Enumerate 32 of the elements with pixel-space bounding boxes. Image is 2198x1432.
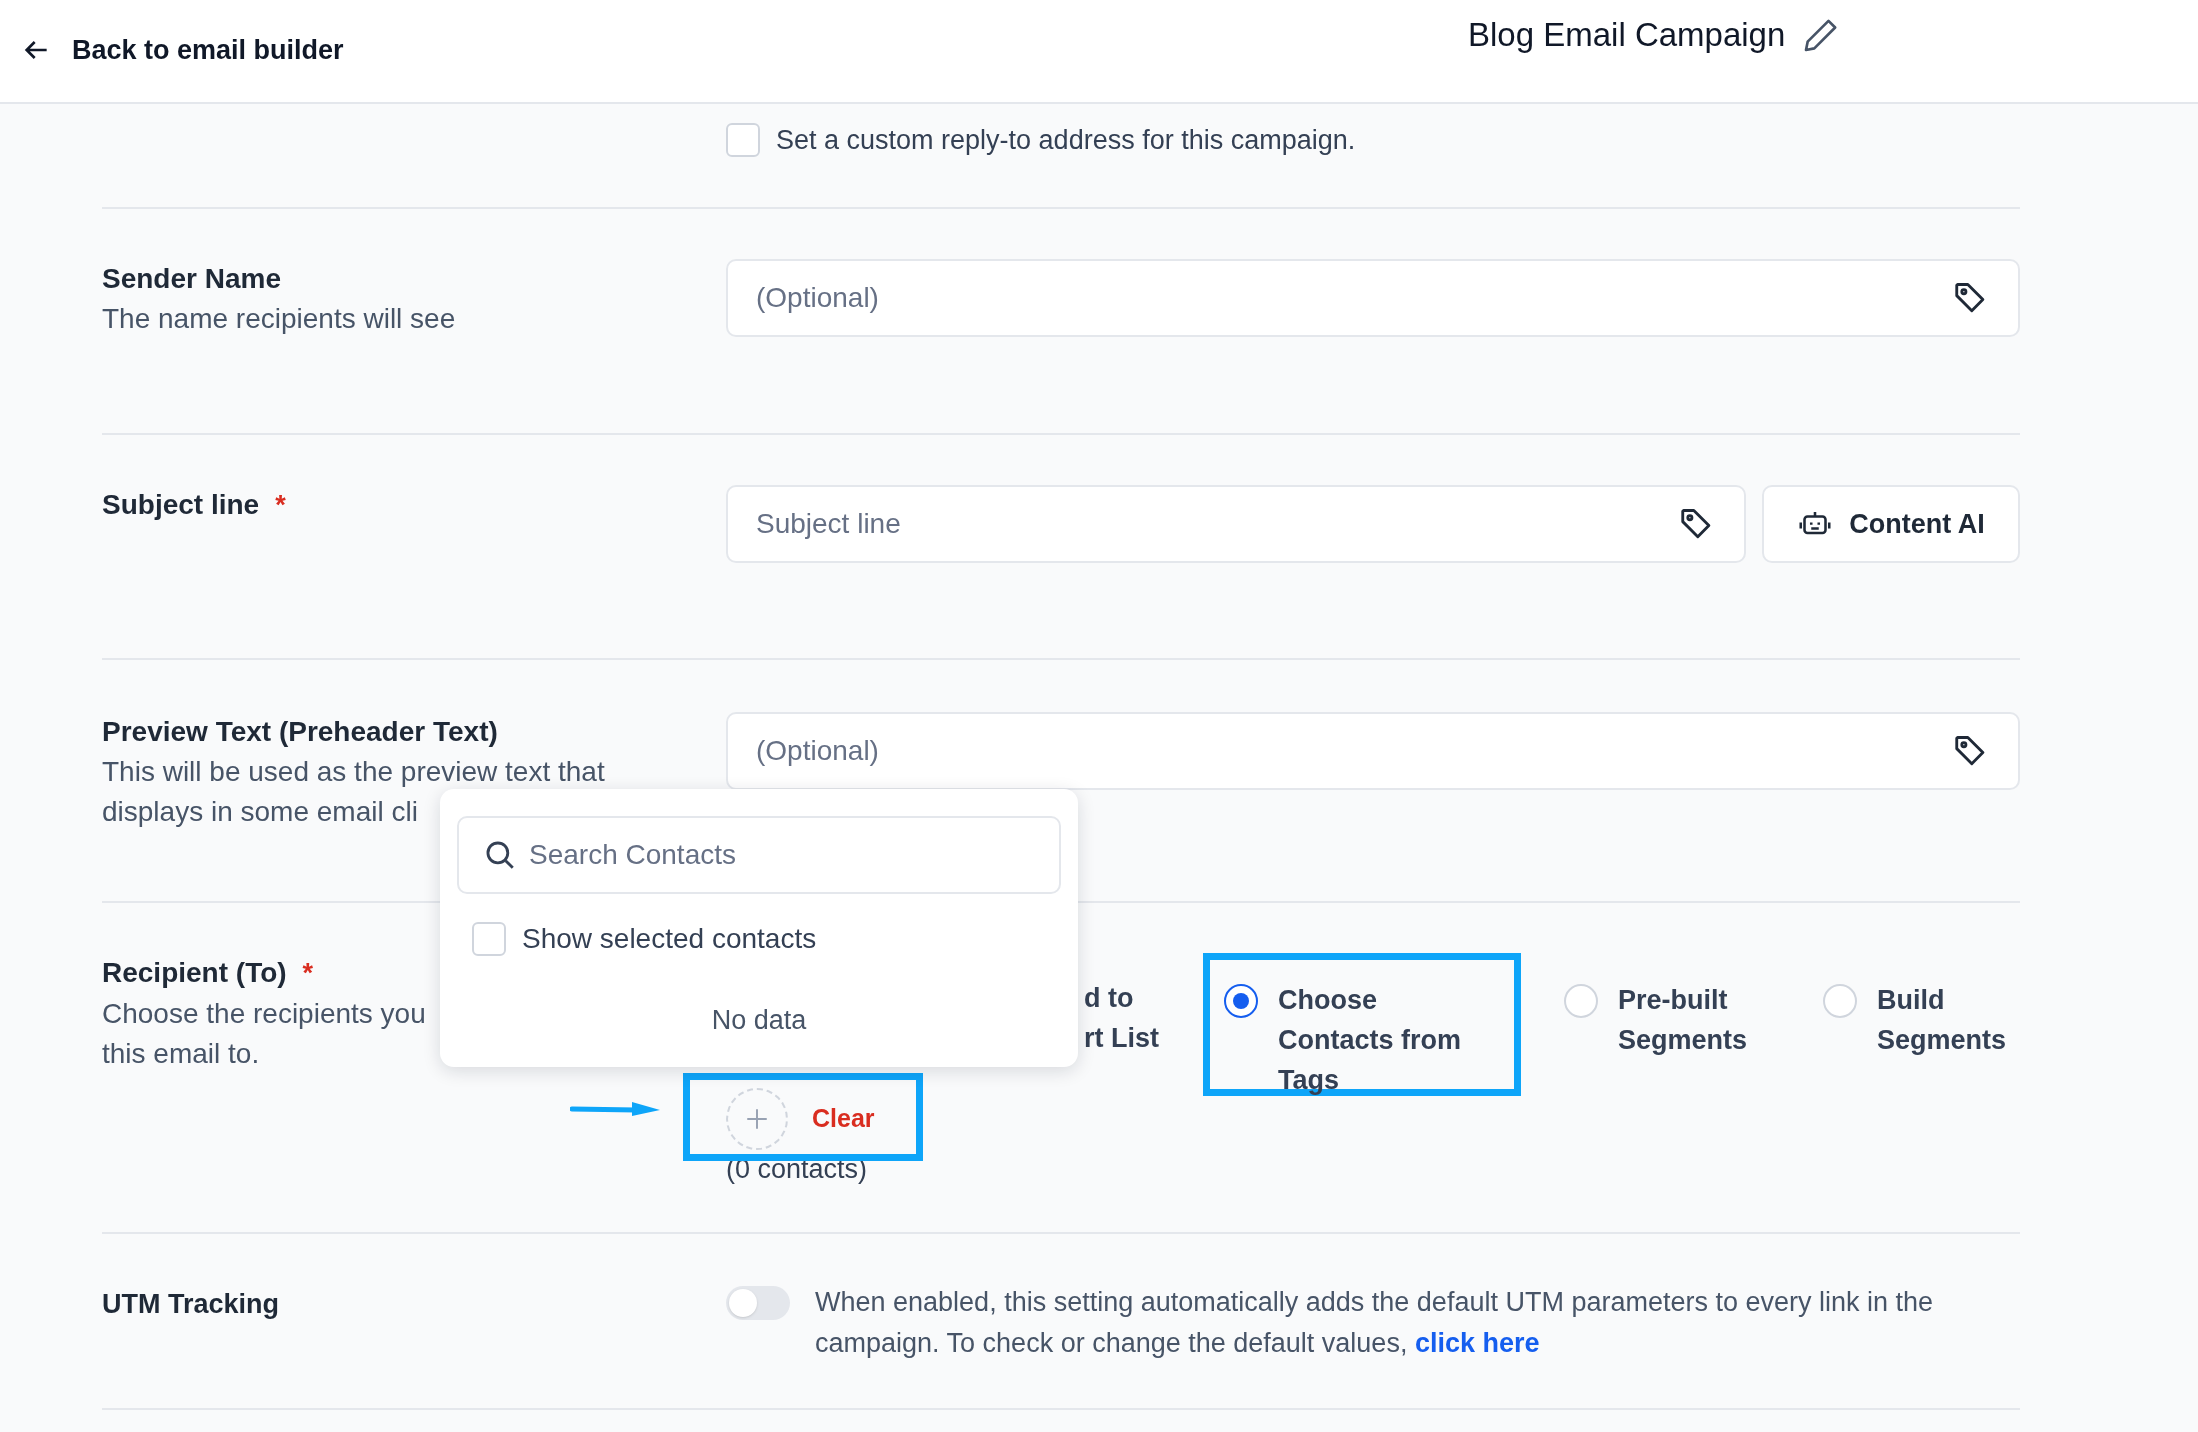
checkbox[interactable] [726,123,760,158]
text-field[interactable]: Subject line [726,485,1746,563]
search-field[interactable]: Search Contacts [457,816,1061,894]
checkbox-label: Set a custom reply-to address for this campaign. [776,124,1356,157]
back-link[interactable]: Back to email builder [20,30,344,71]
field-label: Preview Text (Preheader Text) [102,715,498,749]
campaign-title: Blog Email Campaign [1468,15,1786,55]
field-description: Choose the recipients you this email to. [102,996,426,1071]
field-label: Sender Name [102,262,281,296]
field-description: The name recipients will see [102,302,456,336]
field-label: Recipient (To) [102,956,287,991]
checkbox-label: Show selected contacts [522,922,817,956]
field-label: Subject line [102,488,260,523]
field-label: UTM Tracking [102,1289,280,1319]
toggle-switch[interactable] [726,1286,790,1320]
content-ai-button[interactable]: Content AI [1762,485,2020,563]
utm-description: When enabled, this setting automatically adds the default UTM parameters to every link in the campaign. To check or change the default values, click here [815,1286,1935,1360]
click-here-link[interactable]: click here [1414,1328,1540,1358]
radio-label[interactable]: Pre-built Segments [1618,980,1753,1060]
radio-label[interactable]: d to rt List [1084,978,1203,1058]
clear-button[interactable]: Clear [812,1100,875,1138]
required-mark: * [275,489,286,522]
text-field[interactable]: (Optional) [726,259,2020,337]
required-mark: * [302,957,314,990]
empty-state-text: No data [711,1005,807,1035]
radio-label[interactable]: Choose Contacts from Tags [1278,980,1500,1100]
radio-label[interactable]: Build Segments [1877,980,2007,1060]
text-field[interactable]: (Optional) [726,712,2020,790]
add-button[interactable] [726,1088,788,1150]
checkbox[interactable] [472,922,506,956]
plus-icon [744,1106,770,1132]
radio-button[interactable] [1224,984,1258,1018]
